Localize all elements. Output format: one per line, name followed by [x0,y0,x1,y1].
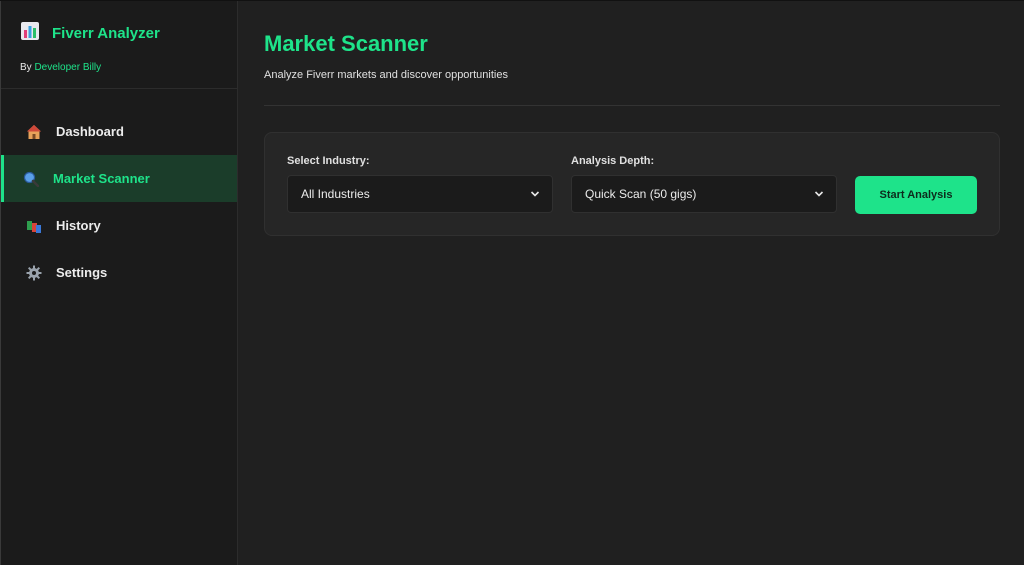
app-window: Fiverr Analyzer By Developer Billy Dashb… [0,0,1024,565]
bar-chart-icon [20,21,40,46]
depth-select[interactable]: Quick Scan (50 gigs) [571,175,837,213]
sidebar-item-dashboard[interactable]: Dashboard [1,108,237,155]
start-analysis-button[interactable]: Start Analysis [855,176,977,214]
page-subtitle: Analyze Fiverr markets and discover oppo… [264,69,508,81]
books-icon [25,217,43,235]
sidebar: Fiverr Analyzer By Developer Billy Dashb… [0,1,238,565]
header-divider [264,105,1000,106]
house-icon [25,123,43,141]
depth-label: Analysis Depth: [571,155,655,167]
page-title: Market Scanner [264,31,428,56]
depth-field: Analysis Depth: Quick Scan (50 gigs) [571,155,837,213]
chevron-down-icon [530,191,540,197]
magnifier-icon [22,170,40,188]
gear-icon [25,264,43,282]
brand-byline: By Developer Billy [20,62,219,73]
sidebar-item-label: Dashboard [56,124,124,139]
industry-select[interactable]: All Industries [287,175,553,213]
app-title: Fiverr Analyzer [52,25,160,42]
sidebar-item-history[interactable]: History [1,202,237,249]
sidebar-item-label: History [56,218,101,233]
brand: Fiverr Analyzer By Developer Billy [1,1,237,89]
brand-row: Fiverr Analyzer [20,21,219,46]
scanner-panel: Select Industry: All Industries Analysis… [264,132,1000,236]
chevron-down-icon [814,191,824,197]
industry-label: Select Industry: [287,155,370,167]
sidebar-nav: Dashboard Market Scanner History Setting… [1,89,237,296]
main-content: Market Scanner Analyze Fiverr markets an… [238,1,1024,565]
developer-link[interactable]: Developer Billy [34,62,101,73]
industry-select-value: All Industries [301,187,370,201]
industry-field: Select Industry: All Industries [287,155,553,213]
sidebar-item-label: Market Scanner [53,171,150,186]
sidebar-item-market-scanner[interactable]: Market Scanner [1,155,237,202]
sidebar-item-label: Settings [56,265,108,280]
byline-prefix: By [20,62,32,73]
depth-select-value: Quick Scan (50 gigs) [585,187,697,201]
sidebar-item-settings[interactable]: Settings [1,249,237,296]
